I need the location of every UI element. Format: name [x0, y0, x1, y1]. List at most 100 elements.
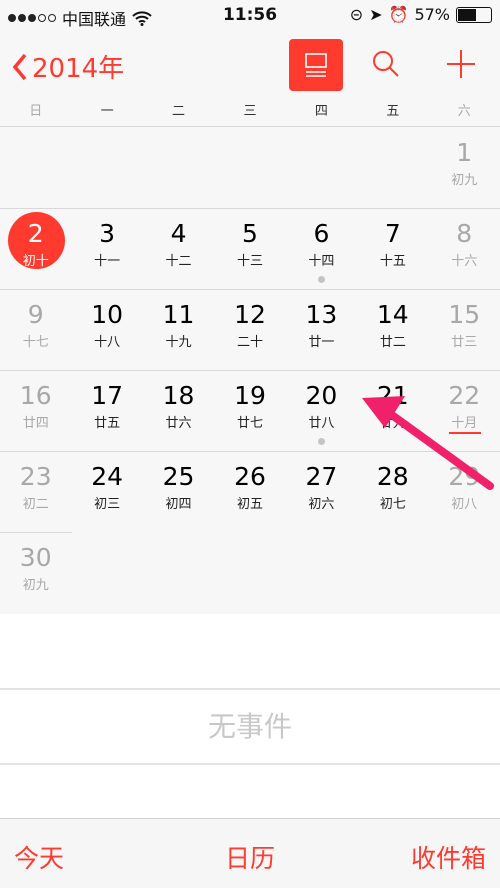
day-cell[interactable]: 18 廿六 [143, 370, 214, 451]
empty-cell [286, 532, 357, 613]
day-number: 21 [376, 381, 409, 410]
day-number: 16 [19, 381, 52, 410]
lunar-date: 廿三 [451, 335, 478, 350]
today-button[interactable]: 今天 [14, 839, 64, 875]
week-row: 30 初九 [0, 532, 500, 613]
day-number: 4 [170, 219, 187, 248]
inbox-button[interactable]: 收件箱 [411, 839, 486, 875]
lunar-date: 初九 [22, 578, 49, 593]
list-view-button[interactable] [289, 39, 343, 91]
day-number: 17 [91, 381, 124, 410]
day-cell[interactable]: 5 十三 [214, 208, 285, 289]
day-number: 7 [384, 219, 401, 248]
day-cell[interactable]: 10 十八 [71, 289, 142, 370]
day-cell[interactable]: 25 初四 [143, 451, 214, 532]
empty-cell [143, 532, 214, 613]
lunar-date: 廿七 [236, 416, 263, 431]
weekday-label: 五 [386, 104, 400, 119]
day-cell[interactable]: 23 初二 [0, 451, 71, 532]
day-cell[interactable]: 28 初七 [357, 451, 428, 532]
day-cell[interactable]: 16 廿四 [0, 370, 71, 451]
day-number: 30 [19, 543, 52, 572]
week-row: 16 廿四 17 廿五 18 廿六 19 廿七 20 廿八 21 廿九 22 十月 [0, 370, 500, 451]
month-grid: 1 初九 2 初十 3 十一 4 十二 5 十三 6 十四 7 十五 8 十六 9 十七 10 十八 11 十九 12 二十 1… [0, 127, 500, 613]
day-number: 3 [99, 219, 116, 248]
day-cell[interactable]: 12 二十 [214, 289, 285, 370]
chevron-left-icon [12, 53, 27, 80]
day-cell[interactable]: 15 廿三 [429, 289, 500, 370]
event-dot [317, 438, 325, 445]
lunar-date: 十六 [451, 254, 478, 269]
day-number: 26 [234, 462, 266, 491]
day-number: 14 [376, 300, 409, 329]
day-number: 1 [456, 138, 473, 167]
lunar-date: 十三 [236, 254, 263, 269]
day-cell[interactable]: 22 十月 [429, 370, 500, 451]
back-label: 2014年 [32, 54, 125, 84]
day-cell[interactable]: 1 初九 [429, 127, 500, 208]
empty-cell [429, 532, 500, 613]
event-dot [317, 276, 325, 283]
lunar-date: 廿六 [165, 416, 192, 431]
day-number: 28 [376, 462, 409, 491]
day-cell[interactable]: 3 十一 [71, 208, 142, 289]
weekday-label: 四 [314, 104, 328, 119]
day-cell[interactable]: 8 十六 [429, 208, 500, 289]
lunar-date: 廿四 [22, 416, 49, 431]
day-cell[interactable]: 24 初三 [71, 451, 142, 532]
lunar-date: 初九 [451, 173, 478, 188]
empty-cell [357, 127, 428, 208]
divider [0, 688, 500, 690]
day-cell[interactable]: 4 十二 [143, 208, 214, 289]
day-number: 25 [162, 462, 195, 491]
empty-cell [214, 127, 285, 208]
empty-cell [143, 127, 214, 208]
day-cell[interactable]: 20 廿八 [286, 370, 357, 451]
lunar-date: 十二 [165, 254, 192, 269]
empty-cell [357, 532, 428, 613]
search-button[interactable] [370, 48, 402, 84]
day-number: 18 [162, 381, 195, 410]
lunar-date: 十月 [451, 416, 478, 431]
day-cell[interactable]: 19 廿七 [214, 370, 285, 451]
add-event-button[interactable] [445, 48, 477, 84]
day-number: 19 [234, 381, 266, 410]
day-number: 20 [305, 381, 338, 410]
day-cell[interactable]: 17 廿五 [71, 370, 142, 451]
day-number: 8 [456, 219, 473, 248]
day-cell[interactable]: 30 初九 [0, 532, 71, 613]
day-cell[interactable]: 27 初六 [286, 451, 357, 532]
day-cell[interactable]: 29 初八 [429, 451, 500, 532]
calendars-button[interactable]: 日历 [225, 839, 275, 875]
day-cell[interactable]: 9 十七 [0, 289, 71, 370]
day-number: 2 [27, 219, 44, 248]
day-cell[interactable]: 14 廿二 [357, 289, 428, 370]
list-view-icon [305, 53, 327, 77]
weekday-label: 六 [457, 104, 471, 119]
lunar-date: 十八 [94, 335, 121, 350]
lunar-date: 二十 [236, 335, 263, 350]
back-to-year-button[interactable]: 2014年 [12, 48, 124, 85]
day-cell[interactable]: 21 廿九 [357, 370, 428, 451]
day-number: 22 [448, 381, 481, 410]
lunar-date: 廿八 [308, 416, 335, 431]
lunar-date: 十九 [165, 335, 192, 350]
day-number: 10 [91, 300, 124, 329]
day-cell[interactable]: 6 十四 [286, 208, 357, 289]
day-cell[interactable]: 26 初五 [214, 451, 285, 532]
plus-icon [447, 50, 475, 78]
week-row: 9 十七 10 十八 11 十九 12 二十 13 廿一 14 廿二 15 廿三 [0, 289, 500, 370]
battery-percent: 57% [414, 5, 450, 24]
empty-cell [214, 532, 285, 613]
divider [0, 763, 500, 765]
day-cell[interactable]: 7 十五 [357, 208, 428, 289]
weekday-label: 一 [100, 104, 114, 119]
lunar-date: 廿二 [379, 335, 406, 350]
day-cell[interactable]: 11 十九 [143, 289, 214, 370]
day-cell[interactable]: 2 初十 [0, 208, 71, 289]
day-cell[interactable]: 13 廿一 [286, 289, 357, 370]
day-number: 6 [313, 219, 330, 248]
lunar-date: 初五 [236, 497, 263, 512]
day-number: 23 [19, 462, 52, 491]
day-number: 15 [448, 300, 481, 329]
